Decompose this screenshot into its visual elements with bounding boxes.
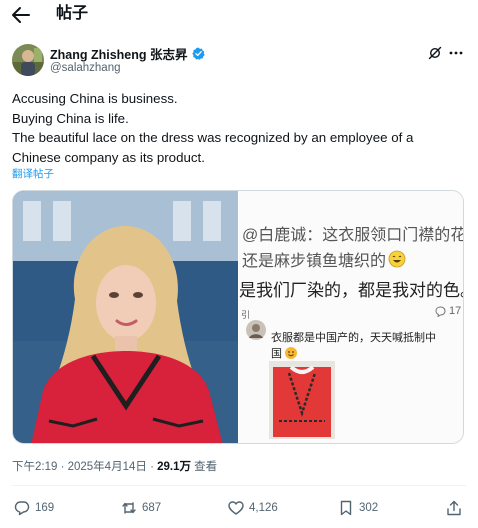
divider [12,485,466,486]
screenshot-text-line: 是我们厂染的，都是我对的色。 [239,281,464,300]
screenshot-count-value: 17 [449,305,462,317]
tweet-timestamp[interactable]: 下午2:19 · 2025年4月14日 · [12,461,157,473]
heart-icon [228,501,244,515]
avatar-image [12,44,44,76]
dress-product-photo [269,361,335,439]
grok-icon[interactable] [428,46,442,60]
bookmark-count: 302 [359,502,379,514]
screenshot-text: 还是麻步镇鱼塘织的 [242,253,387,270]
share-icon [447,500,461,516]
tweet-text: Accusing China is business. Buying China… [12,89,468,167]
press-briefing-illustration [13,191,238,443]
author-display-name[interactable]: Zhang Zhisheng 张志昇 [50,44,188,63]
press-briefing-photo[interactable] [13,191,238,443]
verified-badge-icon [191,47,205,60]
reply-icon [14,501,30,516]
page-title: 帖子 [56,5,89,22]
media-grid[interactable]: @白鹿诚：这衣服领口门襟的花 还是麻步镇鱼塘织的 是我们厂染的，都是我对的色。 … [12,190,464,444]
arrow-left-icon[interactable] [10,5,32,25]
avatar[interactable] [12,44,44,76]
repost-button[interactable]: 687 [121,496,161,520]
author-name-row: Zhang Zhisheng 张志昇 [50,44,205,62]
laughing-emoji-icon [388,250,406,268]
like-count: 4,126 [249,502,278,514]
bookmark-button[interactable]: 302 [338,496,378,520]
screenshot-text-line: @白鹿诚：这衣服领口门襟的花 [242,227,464,244]
reply-button[interactable]: 169 [14,496,54,520]
action-bar: 169 687 4,126 302 [0,496,478,520]
author-handle[interactable]: @salahzhang [50,62,121,74]
smiling-emoji-icon [285,347,297,359]
view-label: 查看 [190,461,218,473]
tweet-line: The beautiful lace on the dress was reco… [12,130,414,145]
translate-post-link[interactable]: 翻译帖子 [12,166,54,181]
chinese-social-media-screenshot[interactable]: @白鹿诚：这衣服领口门襟的花 还是麻步镇鱼塘织的 是我们厂染的，都是我对的色。 … [239,191,464,443]
bookmark-icon [340,500,352,516]
comment-icon [435,305,446,317]
top-bar: 帖子 [0,0,478,32]
like-button[interactable]: 4,126 [228,496,278,520]
screenshot-text-line: 还是麻步镇鱼塘织的 [242,247,406,271]
tweet-line: Chinese company as its product. [12,149,205,165]
view-count: 29.1万 [157,461,191,473]
screenshot-text: 国 [271,348,282,360]
repost-count: 687 [142,502,162,514]
more-options-icon[interactable] [448,46,464,60]
tweet-meta: 下午2:19 · 2025年4月14日 · 29.1万 查看 [12,458,217,474]
screenshot-text-line: 衣服都是中国产的，天天喊抵制中 [271,332,436,344]
repost-icon [122,502,136,514]
share-button[interactable] [446,496,462,520]
screenshot-comment-count: 17 [435,305,461,317]
tweet-line: Accusing China is business. [12,91,178,106]
tweet-line: Buying China is life. [12,110,129,126]
reply-count: 169 [35,502,55,514]
commenter-avatar [246,320,266,340]
screenshot-text-line: 国 [271,345,298,361]
